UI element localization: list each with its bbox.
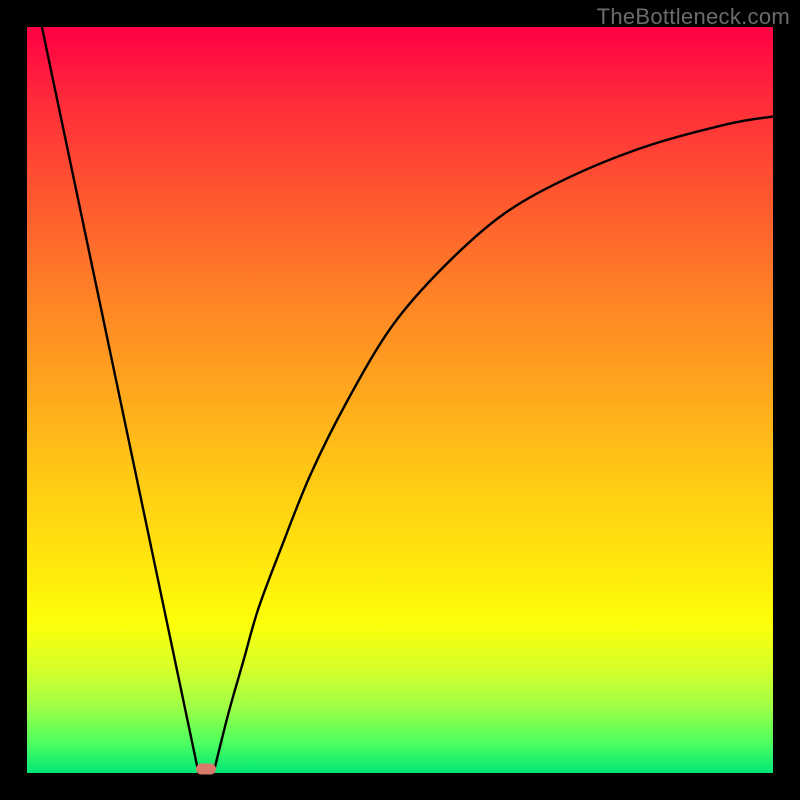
chart-frame: TheBottleneck.com [0,0,800,800]
plot-area [27,27,773,773]
minimum-marker [196,764,216,775]
curve-left-branch [42,27,199,773]
curve-svg [27,27,773,773]
attribution-label: TheBottleneck.com [597,4,790,30]
curve-right-branch [214,117,774,773]
